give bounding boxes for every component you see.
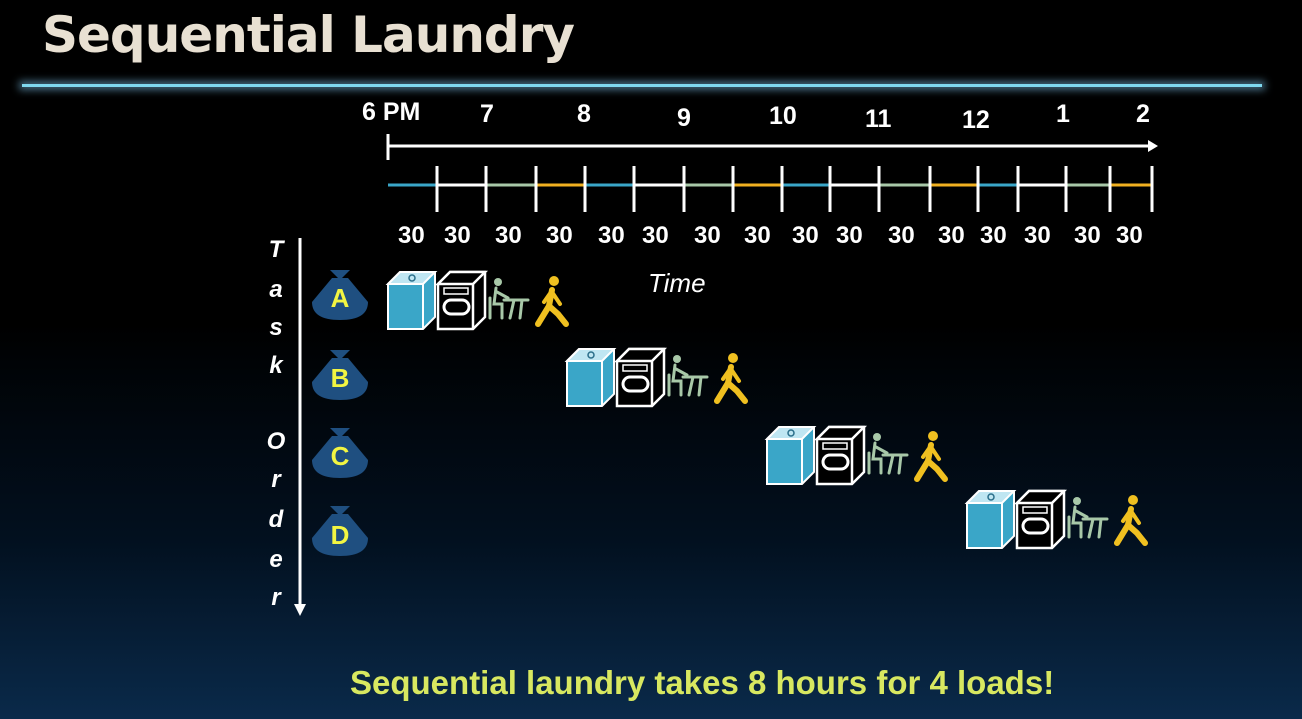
walking-person-icon <box>914 431 948 482</box>
load-bag-b: B <box>312 345 368 405</box>
task-order-arrowhead <box>294 604 306 616</box>
walking-person-icon <box>714 353 748 404</box>
dryer-icon <box>1013 489 1068 550</box>
load-label: C <box>330 441 350 471</box>
load-label: A <box>330 283 350 313</box>
washer-icon <box>764 426 817 485</box>
dryer-icon <box>813 425 868 486</box>
folding-person-icon <box>488 278 530 320</box>
washer-icon <box>964 490 1017 549</box>
washer-icon <box>564 348 617 407</box>
load-bag-a: A <box>312 265 368 325</box>
folding-person-icon <box>1067 497 1109 539</box>
washer-icon <box>385 271 438 330</box>
folding-person-icon <box>667 355 709 397</box>
dryer-icon <box>613 347 668 408</box>
load-label: D <box>330 520 350 550</box>
laundry-diagram <box>294 134 1158 616</box>
walking-person-icon <box>535 276 569 327</box>
folding-person-icon <box>867 433 909 475</box>
walking-person-icon <box>1114 495 1148 546</box>
footer-caption: Sequential laundry takes 8 hours for 4 l… <box>350 664 1055 701</box>
time-axis-arrowhead <box>1148 140 1158 152</box>
load-bag-d: D <box>312 502 368 562</box>
load-label: B <box>330 363 350 393</box>
dryer-icon <box>434 270 489 331</box>
load-bag-c: C <box>312 423 368 483</box>
